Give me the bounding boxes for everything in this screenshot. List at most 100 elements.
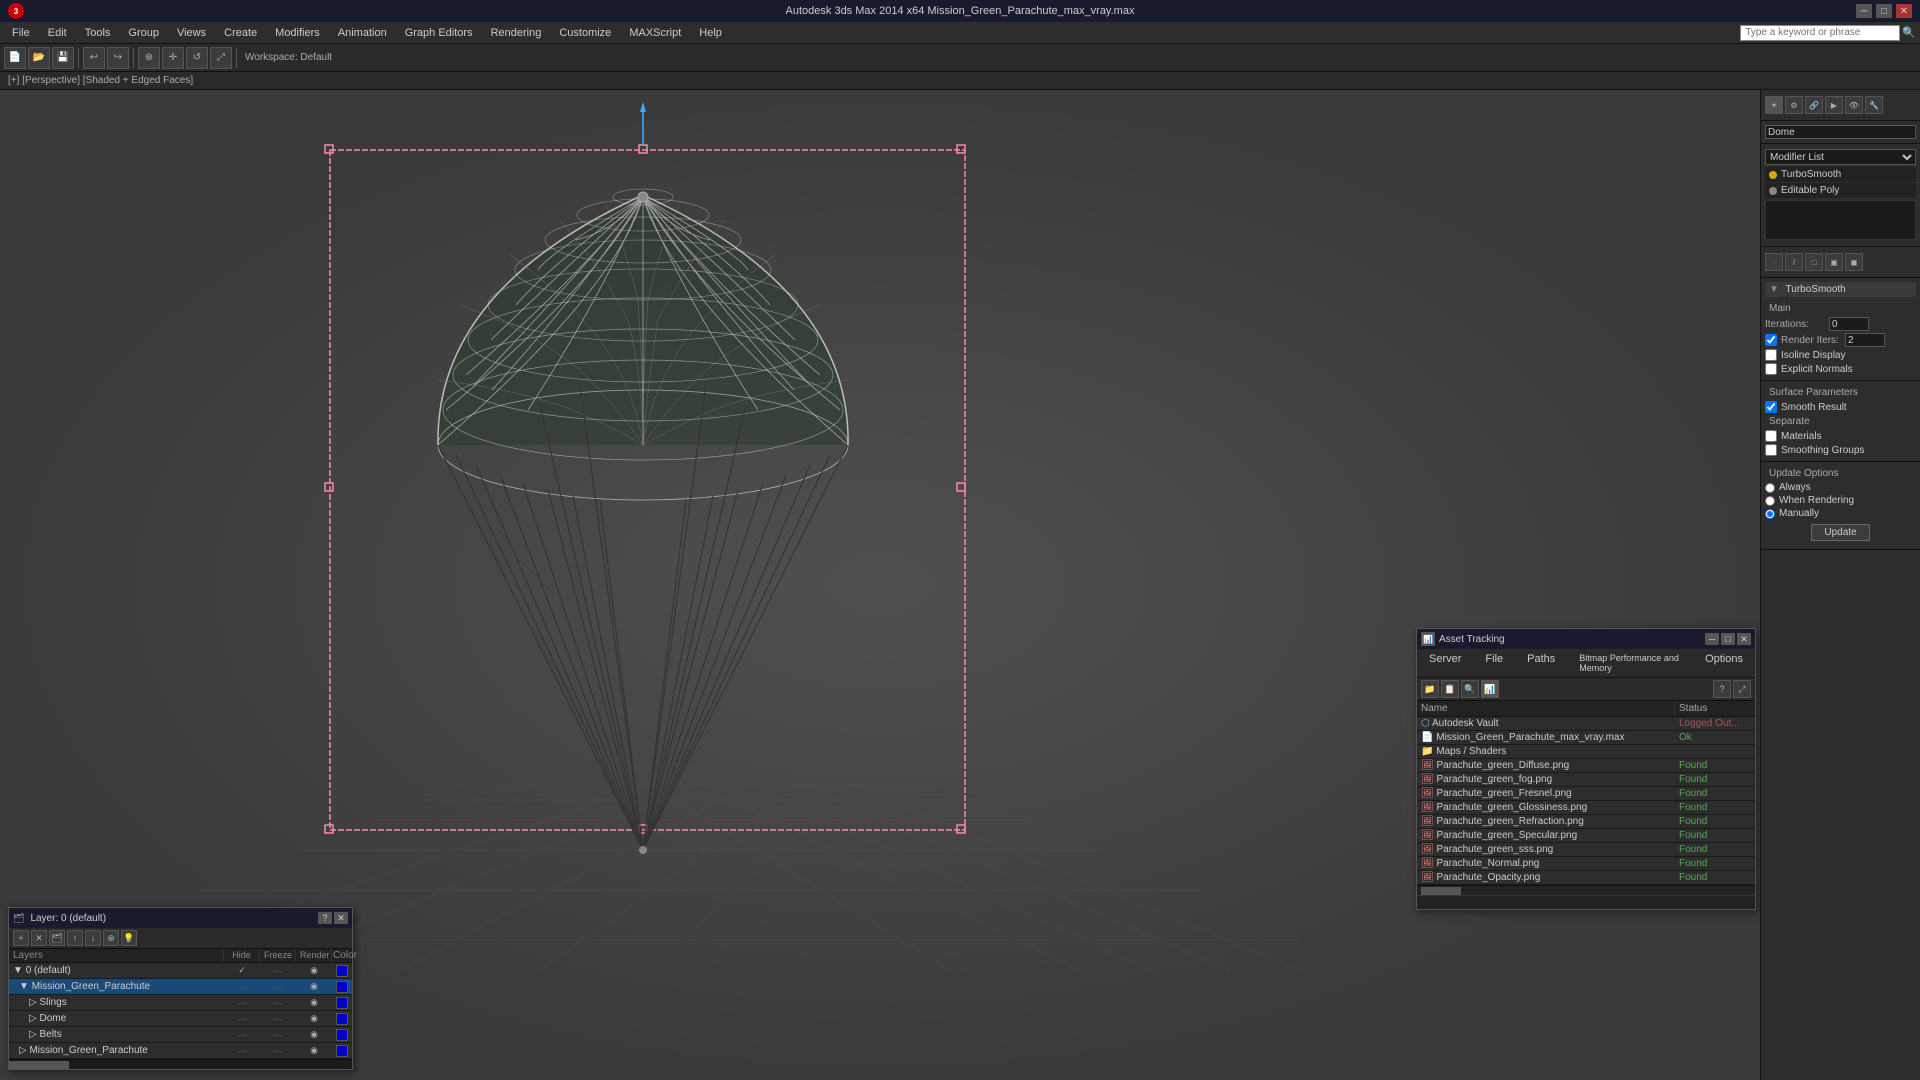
layer-mission-child-render[interactable]: ◉	[296, 1045, 332, 1056]
layer-slings-hide[interactable]: —	[224, 998, 260, 1008]
render-iters-input[interactable]	[1845, 333, 1885, 347]
asset-row-glossiness[interactable]: 🖼 Parachute_green_Glossiness.png Found	[1417, 801, 1755, 815]
toolbar-open-btn[interactable]: 📂	[28, 47, 50, 69]
menu-animation[interactable]: Animation	[330, 25, 395, 41]
layer-slings-color[interactable]	[332, 997, 352, 1009]
asset-tool-3[interactable]: 🔍	[1461, 680, 1479, 698]
render-iters-checkbox[interactable]	[1765, 334, 1777, 346]
asset-row-fog[interactable]: 🖼 Parachute_green_fog.png Found	[1417, 773, 1755, 787]
asset-restore-button[interactable]: □	[1721, 633, 1735, 645]
toolbar-scale-btn[interactable]: ⤢	[210, 47, 232, 69]
menu-help[interactable]: Help	[691, 25, 730, 41]
toolbar-select-btn[interactable]: ⊕	[138, 47, 160, 69]
asset-menu-paths[interactable]: Paths	[1519, 651, 1563, 675]
layers-scroll-thumb[interactable]	[9, 1061, 69, 1069]
asset-row-maps[interactable]: 📁 Maps / Shaders	[1417, 745, 1755, 759]
menu-maxscript[interactable]: MAXScript	[621, 25, 689, 41]
explicit-checkbox[interactable]	[1765, 363, 1777, 375]
modifier-list-dropdown[interactable]: Modifier List	[1765, 149, 1916, 165]
asset-help-btn[interactable]: ?	[1713, 680, 1731, 698]
layer-mission-hide[interactable]: —	[224, 982, 260, 992]
layer-mission-child-hide[interactable]: —	[224, 1046, 260, 1056]
rpanel-hierarchy-tab[interactable]: 🔗	[1805, 96, 1823, 114]
menu-views[interactable]: Views	[169, 25, 214, 41]
object-name-input[interactable]	[1765, 125, 1916, 139]
layer-slings-render[interactable]: ◉	[296, 997, 332, 1008]
asset-menu-options[interactable]: Options	[1697, 651, 1751, 675]
layer-mission-child-color[interactable]	[332, 1045, 352, 1057]
layer-slings-freeze[interactable]: —	[260, 998, 296, 1008]
always-radio[interactable]	[1765, 483, 1775, 493]
toolbar-undo-btn[interactable]: ↩	[83, 47, 105, 69]
layer-dome-render[interactable]: ◉	[296, 1013, 332, 1024]
search-input[interactable]	[1740, 25, 1900, 41]
layer-dome-hide[interactable]: —	[224, 1014, 260, 1024]
asset-row-diffuse[interactable]: 🖼 Parachute_green_Diffuse.png Found	[1417, 759, 1755, 773]
rpanel-display-tab[interactable]: 👁	[1845, 96, 1863, 114]
layers-scrollbar[interactable]	[9, 1059, 352, 1069]
maximize-button[interactable]: □	[1876, 4, 1892, 18]
layers-close-btn[interactable]: ✕	[334, 912, 348, 924]
menu-file[interactable]: File	[4, 25, 38, 41]
materials-checkbox[interactable]	[1765, 430, 1777, 442]
asset-row-sss[interactable]: 🖼 Parachute_green_sss.png Found	[1417, 843, 1755, 857]
when-rendering-radio[interactable]	[1765, 496, 1775, 506]
asset-close-button[interactable]: ✕	[1737, 633, 1751, 645]
update-button[interactable]: Update	[1811, 524, 1869, 541]
modifier-turbosmoooth[interactable]: TurboSmooth	[1765, 167, 1916, 182]
rpanel-create-tab[interactable]: ✦	[1765, 96, 1783, 114]
subobj-element[interactable]: ◼	[1845, 253, 1863, 271]
asset-tool-4[interactable]: 📊	[1481, 680, 1499, 698]
toolbar-redo-btn[interactable]: ↪	[107, 47, 129, 69]
menu-edit[interactable]: Edit	[40, 25, 75, 41]
layer-default-freeze[interactable]: —	[260, 966, 296, 976]
layer-dome-color[interactable]	[332, 1013, 352, 1025]
layer-row-dome[interactable]: ▷ Dome — — ◉	[9, 1011, 352, 1027]
asset-tool-2[interactable]: 📋	[1441, 680, 1459, 698]
asset-row-opacity[interactable]: 🖼 Parachute_Opacity.png Found	[1417, 871, 1755, 885]
asset-menu-bitmap[interactable]: Bitmap Performance and Memory	[1571, 651, 1689, 675]
layer-belts-render[interactable]: ◉	[296, 1029, 332, 1040]
asset-menu-file[interactable]: File	[1477, 651, 1511, 675]
toolbar-save-btn[interactable]: 💾	[52, 47, 74, 69]
layer-default-hide[interactable]: ✓	[224, 965, 260, 976]
viewport[interactable]: Total Polys: 299 582 Tris: 299 582 Edges…	[0, 90, 1760, 1080]
layer-default-render[interactable]: ◉	[296, 965, 332, 976]
rpanel-utilities-tab[interactable]: 🔧	[1865, 96, 1883, 114]
toolbar-move-btn[interactable]: ✛	[162, 47, 184, 69]
layer-row-mission[interactable]: ▼ Mission_Green_Parachute — — ◉	[9, 979, 352, 995]
subobj-poly[interactable]: ▣	[1825, 253, 1843, 271]
manually-radio[interactable]	[1765, 509, 1775, 519]
smoothing-checkbox[interactable]	[1765, 444, 1777, 456]
toolbar-new-btn[interactable]: 📄	[4, 47, 26, 69]
smooth-result-checkbox[interactable]	[1765, 401, 1777, 413]
layer-belts-freeze[interactable]: —	[260, 1030, 296, 1040]
asset-row-vault[interactable]: ⬡ Autodesk Vault Logged Out...	[1417, 717, 1755, 731]
layer-row-belts[interactable]: ▷ Belts — — ◉	[9, 1027, 352, 1043]
asset-tool-1[interactable]: 📁	[1421, 680, 1439, 698]
menu-create[interactable]: Create	[216, 25, 265, 41]
subobj-edge[interactable]: /	[1785, 253, 1803, 271]
layer-belts-color[interactable]	[332, 1029, 352, 1041]
subobj-border[interactable]: □	[1805, 253, 1823, 271]
layer-row-slings[interactable]: ▷ Slings — — ◉	[9, 995, 352, 1011]
menu-modifiers[interactable]: Modifiers	[267, 25, 328, 41]
rpanel-modify-tab[interactable]: ⚙	[1785, 96, 1803, 114]
menu-graph-editors[interactable]: Graph Editors	[397, 25, 481, 41]
asset-expand-btn[interactable]: ⤢	[1733, 680, 1751, 698]
layer-belts-hide[interactable]: —	[224, 1030, 260, 1040]
layer-row-default[interactable]: ▼ 0 (default) ✓ — ◉	[9, 963, 352, 979]
subobj-vertex[interactable]: ·	[1765, 253, 1783, 271]
layer-mission-render[interactable]: ◉	[296, 981, 332, 992]
layer-add-btn[interactable]: +	[13, 930, 29, 946]
layer-new-btn[interactable]: 🗂	[49, 930, 65, 946]
iterations-input[interactable]	[1829, 317, 1869, 331]
layers-help-btn[interactable]: ?	[318, 912, 332, 924]
menu-group[interactable]: Group	[120, 25, 167, 41]
layer-mission-color[interactable]	[332, 981, 352, 993]
layer-row-mission-child[interactable]: ▷ Mission_Green_Parachute — — ◉	[9, 1043, 352, 1059]
layer-mission-freeze[interactable]: —	[260, 982, 296, 992]
layer-select-btn[interactable]: ⊕	[103, 930, 119, 946]
close-button[interactable]: ✕	[1896, 4, 1912, 18]
rpanel-motion-tab[interactable]: ▶	[1825, 96, 1843, 114]
